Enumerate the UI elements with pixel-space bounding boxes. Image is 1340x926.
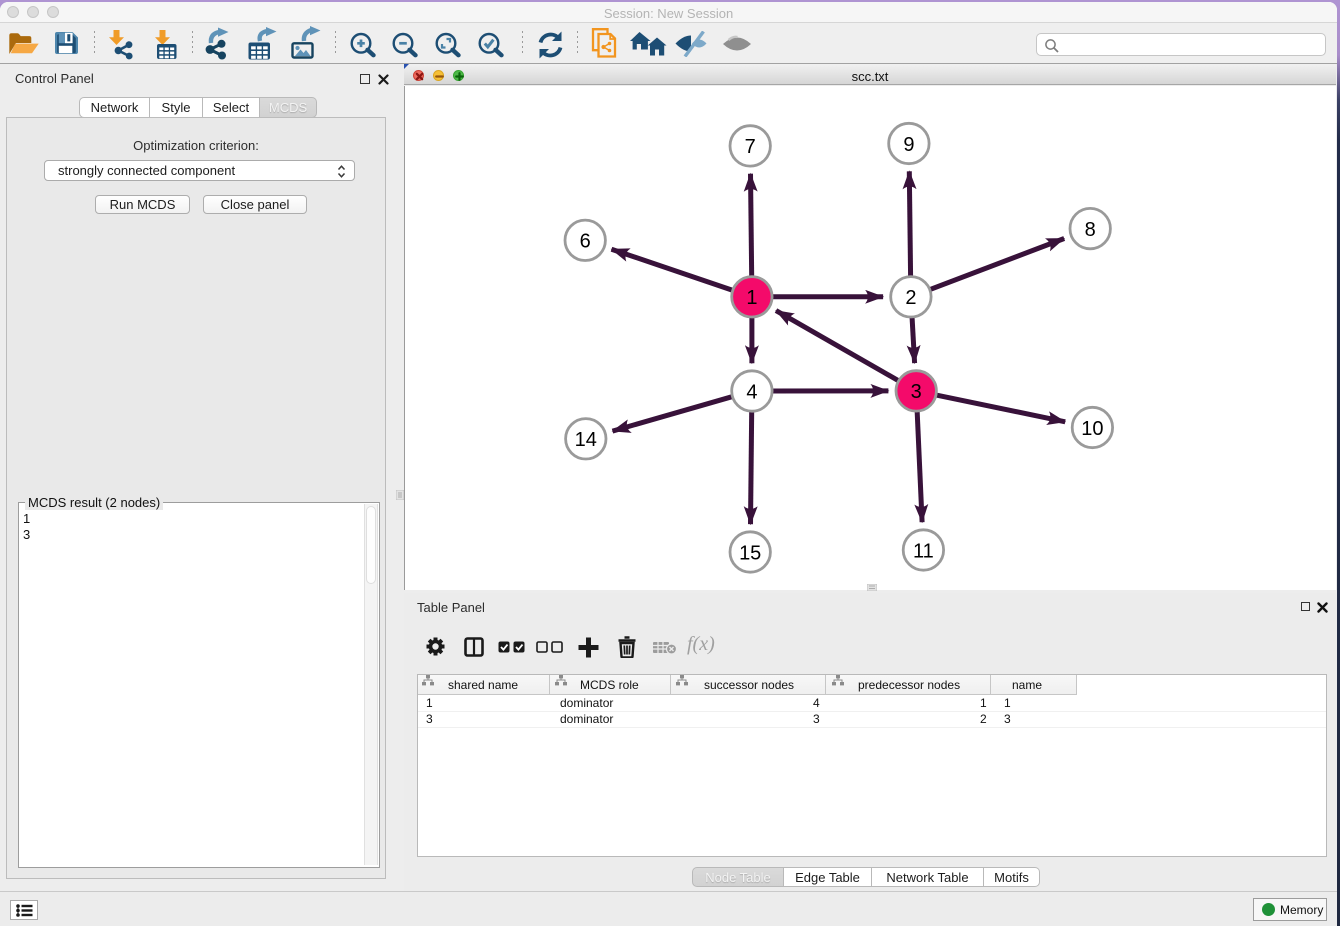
svg-text:11: 11 xyxy=(913,540,934,562)
svg-text:15: 15 xyxy=(739,542,761,564)
svg-text:6: 6 xyxy=(580,231,591,253)
svg-text:8: 8 xyxy=(1085,219,1096,241)
svg-text:9: 9 xyxy=(903,134,914,156)
svg-text:3: 3 xyxy=(911,381,922,403)
svg-text:7: 7 xyxy=(745,136,756,158)
svg-text:1: 1 xyxy=(746,287,757,309)
svg-text:14: 14 xyxy=(575,429,597,451)
svg-text:4: 4 xyxy=(746,381,757,403)
svg-text:2: 2 xyxy=(905,287,916,309)
svg-text:10: 10 xyxy=(1081,418,1103,440)
